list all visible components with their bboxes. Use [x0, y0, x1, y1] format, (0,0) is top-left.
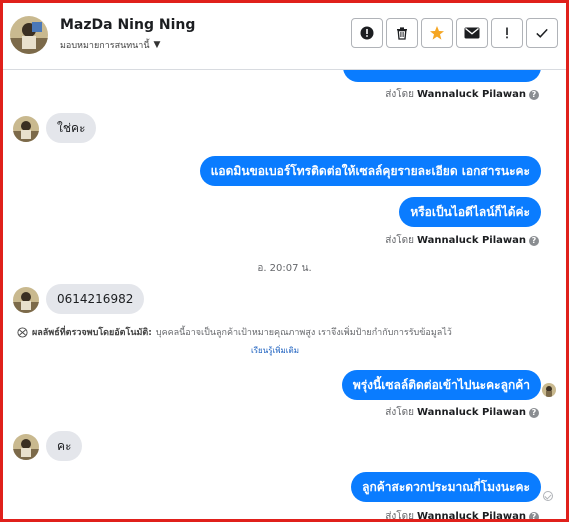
- incoming-message[interactable]: ใช่คะ: [46, 113, 97, 143]
- sent-by-label: ส่งโดย Wannaluck Pilawan ?: [385, 87, 539, 102]
- spam-button[interactable]: [491, 18, 523, 48]
- sent-status-icon: [543, 491, 553, 501]
- learn-more-link[interactable]: เรียนรู้เพิ่มเติม: [251, 344, 299, 357]
- outgoing-message[interactable]: พรุ่งนี้เซลล์ติดต่อเข้าไปนะคะลูกค้า: [341, 370, 541, 400]
- contact-name[interactable]: MazDa Ning Ning: [60, 17, 195, 33]
- contact-avatar-small[interactable]: [13, 287, 39, 313]
- mail-icon: [464, 27, 480, 39]
- sent-by-label: ส่งโดย Wannaluck Pilawan ?: [385, 405, 539, 420]
- notice-text: บุคคลนี้อาจเป็นลูกค้าเป้าหมายคุณภาพสูง เ…: [155, 328, 452, 338]
- notice-title: ผลลัพธ์ที่ตรวจพบโดยอัตโนมัติ:: [32, 328, 152, 338]
- check-icon: [536, 28, 548, 38]
- sent-by-label: ส่งโดย Wannaluck Pilawan ?: [385, 509, 539, 519]
- contact-avatar-small[interactable]: [13, 434, 39, 460]
- sender-name: Wannaluck Pilawan: [416, 407, 526, 418]
- sender-name: Wannaluck Pilawan: [416, 511, 526, 519]
- sparkle-icon: [17, 326, 28, 338]
- star-icon: [430, 26, 444, 40]
- caret-down-icon: ▼: [153, 40, 161, 50]
- report-button[interactable]: [351, 18, 383, 48]
- outgoing-message[interactable]: หรือเป็นไอดีไลน์ก็ได้ค่ะ: [399, 197, 541, 227]
- sent-by-label: ส่งโดย Wannaluck Pilawan ?: [385, 233, 539, 248]
- outgoing-message[interactable]: ลูกค้าสะดวกประมาณกี่โมงนะคะ: [351, 472, 541, 502]
- sender-name: Wannaluck Pilawan: [416, 235, 526, 246]
- message-thread[interactable]: ส่งโดย Wannaluck Pilawan ? ใช่คะ แอดมินข…: [3, 70, 566, 519]
- incoming-message[interactable]: คะ: [46, 431, 83, 461]
- incoming-message[interactable]: 0614216982: [46, 284, 145, 314]
- alert-circle-icon: [360, 26, 374, 40]
- mark-unread-button[interactable]: [456, 18, 488, 48]
- info-icon[interactable]: ?: [529, 89, 539, 100]
- sender-name: Wannaluck Pilawan: [416, 89, 526, 100]
- star-button[interactable]: [421, 18, 453, 48]
- mark-done-button[interactable]: [526, 18, 558, 48]
- conversation-toolbar: [351, 18, 558, 48]
- conversation-header: MazDa Ning Ning มอบหมายการสนทนานี้ ▼: [3, 3, 566, 70]
- info-icon[interactable]: ?: [529, 407, 539, 418]
- trash-icon: [397, 27, 407, 40]
- info-icon[interactable]: ?: [529, 235, 539, 246]
- outgoing-message[interactable]: แอดมินขอเบอร์โทรติดต่อให้เซลล์คุยรายละเอ…: [199, 156, 541, 186]
- seen-avatar: [542, 383, 556, 397]
- assign-conversation-dropdown[interactable]: มอบหมายการสนทนานี้ ▼: [60, 38, 160, 52]
- assign-conversation-label: มอบหมายการสนทนานี้: [60, 41, 150, 51]
- outgoing-message-partial[interactable]: [343, 70, 541, 82]
- info-icon[interactable]: ?: [529, 511, 539, 519]
- auto-detection-notice: ผลลัพธ์ที่ตรวจพบโดยอัตโนมัติ: บุคคลนี้อา…: [17, 325, 557, 339]
- message-timestamp: อ. 20:07 น.: [257, 263, 312, 274]
- delete-button[interactable]: [386, 18, 418, 48]
- contact-avatar[interactable]: [10, 16, 48, 54]
- contact-avatar-small[interactable]: [13, 116, 39, 142]
- exclamation-icon: [506, 27, 508, 39]
